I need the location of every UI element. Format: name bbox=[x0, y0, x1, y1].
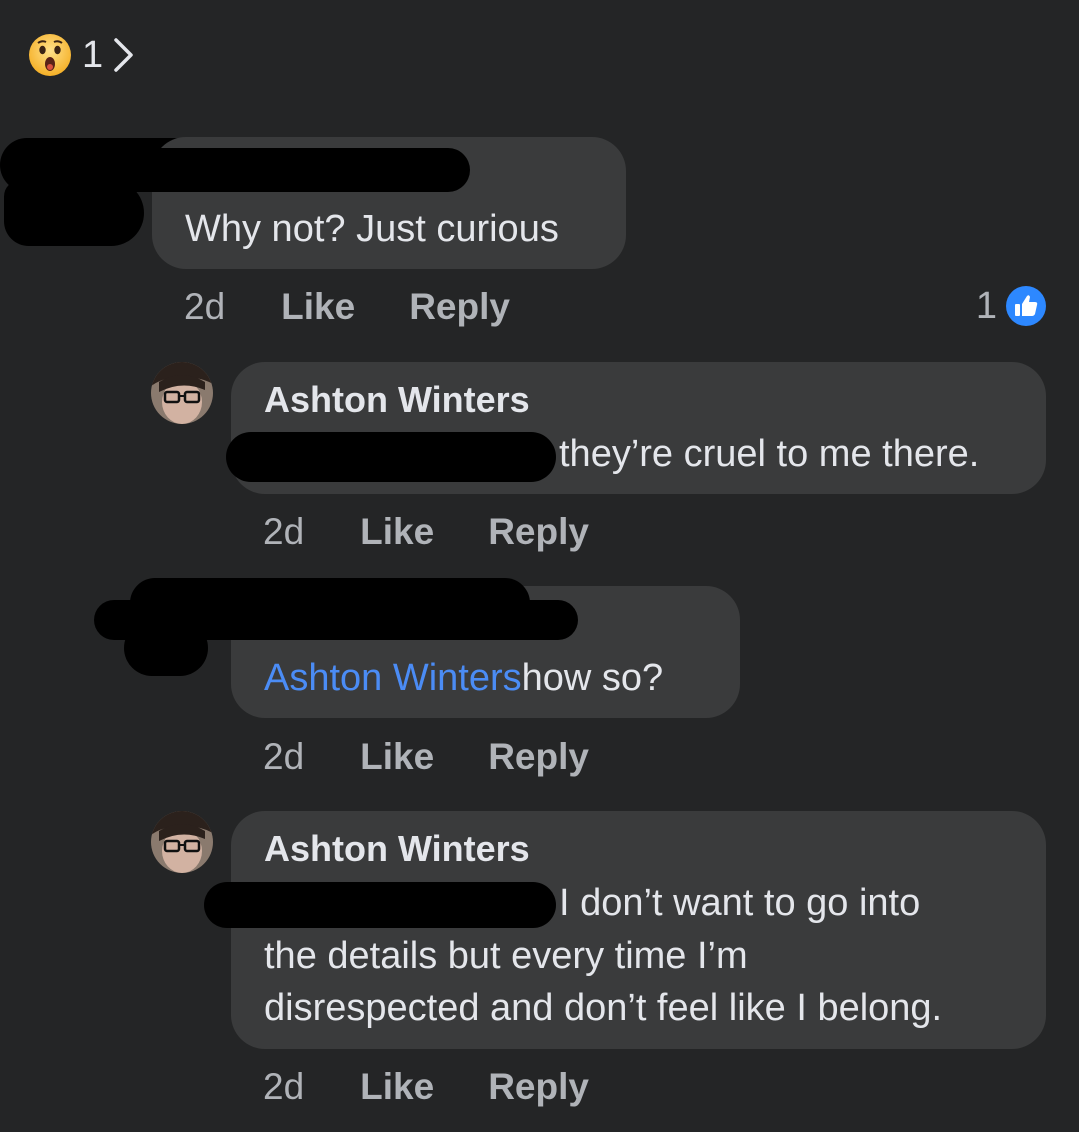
reaction-summary[interactable]: 1 bbox=[28, 32, 137, 78]
comment-like-count[interactable]: 1 bbox=[976, 284, 1047, 328]
comment-text: Ashton Wintershow so? bbox=[264, 652, 663, 704]
redacted-text bbox=[204, 882, 556, 928]
comment-actions-3: 2d Like Reply bbox=[263, 732, 643, 782]
reply-button[interactable]: Reply bbox=[488, 511, 589, 553]
redacted-author bbox=[130, 148, 470, 192]
avatar[interactable] bbox=[151, 362, 213, 424]
comment-actions-2: 2d Like Reply bbox=[263, 507, 643, 557]
thumbs-up-icon bbox=[1005, 285, 1047, 327]
comment-actions-1: 2d Like Reply bbox=[184, 282, 564, 332]
comment-time: 2d bbox=[263, 736, 305, 777]
redacted-avatar bbox=[4, 180, 144, 246]
like-button[interactable]: Like bbox=[281, 286, 355, 328]
comment-body: how so? bbox=[521, 657, 664, 699]
wow-emoji-icon bbox=[28, 33, 72, 77]
reaction-count: 1 bbox=[82, 33, 104, 76]
reply-button[interactable]: Reply bbox=[488, 736, 589, 778]
chevron-right-icon bbox=[111, 35, 137, 75]
reply-button[interactable]: Reply bbox=[488, 1066, 589, 1108]
redacted-text bbox=[226, 432, 556, 482]
comment-actions-4: 2d Like Reply bbox=[263, 1062, 643, 1112]
like-count-number: 1 bbox=[975, 284, 997, 327]
comment-text: they’re cruel to me there. bbox=[559, 433, 980, 475]
comment-time: 2d bbox=[263, 511, 305, 552]
comment-time: 2d bbox=[184, 286, 226, 327]
reply-button[interactable]: Reply bbox=[409, 286, 510, 328]
avatar[interactable] bbox=[151, 811, 213, 873]
comment-text: Why not? Just curious bbox=[185, 208, 559, 250]
comment-text-line: I don’t want to go into bbox=[559, 882, 921, 924]
like-button[interactable]: Like bbox=[360, 736, 434, 778]
mention-link[interactable]: Ashton Winters bbox=[264, 657, 522, 699]
like-button[interactable]: Like bbox=[360, 511, 434, 553]
comment-text-line: disrespected and don’t feel like I belon… bbox=[264, 987, 943, 1029]
redacted-avatar bbox=[124, 620, 208, 676]
comment-time: 2d bbox=[263, 1066, 305, 1107]
comment-author[interactable]: Ashton Winters bbox=[264, 378, 530, 422]
comment-bubble-4[interactable]: Ashton Winters I don’t want to go into t… bbox=[231, 811, 1046, 1049]
like-button[interactable]: Like bbox=[360, 1066, 434, 1108]
comment-author[interactable]: Ashton Winters bbox=[264, 827, 530, 871]
comment-text-line: the details but every time I’m bbox=[264, 935, 748, 977]
